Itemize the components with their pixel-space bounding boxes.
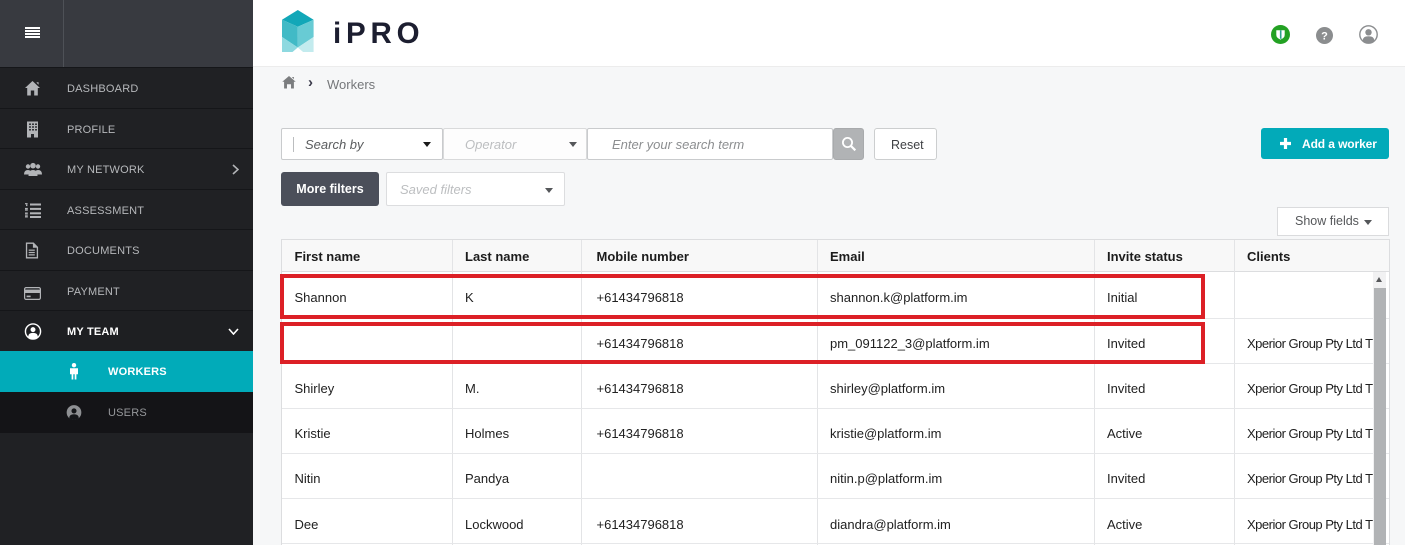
svg-text:?: ? — [1321, 30, 1328, 42]
